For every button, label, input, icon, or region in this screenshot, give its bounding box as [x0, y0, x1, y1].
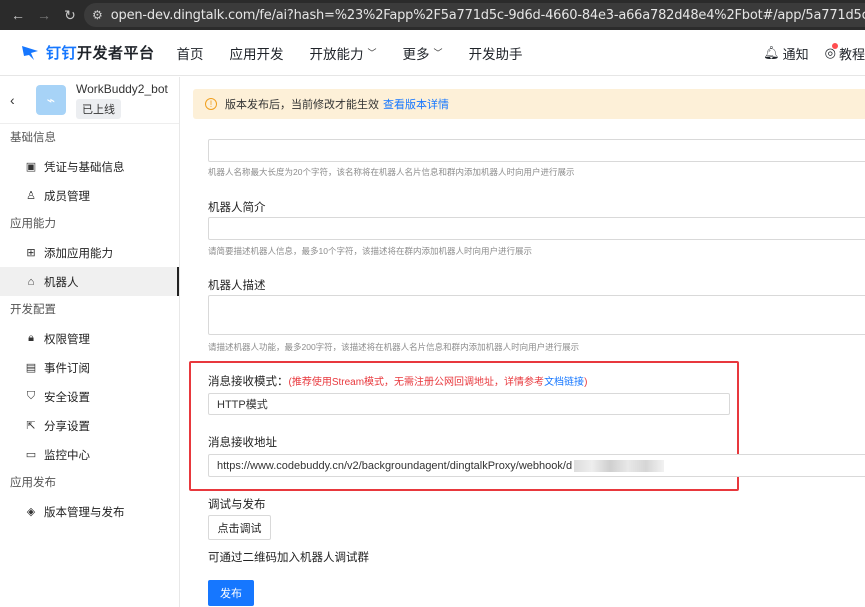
- sidebar-item-security[interactable]: ⛉ 安全设置: [0, 382, 179, 411]
- robot-name-hint: 机器人名称最大长度为20个字符，该名称将在机器人名片信息和群内添加机器人时向用户…: [208, 167, 575, 177]
- brand-name: 钉钉: [46, 45, 78, 62]
- publish-button[interactable]: 发布: [208, 580, 254, 606]
- nav-home[interactable]: 首页: [177, 43, 204, 63]
- nav-open-ability[interactable]: 开放能力 ﹀: [310, 43, 377, 63]
- sidebar-item-events[interactable]: ▤ 事件订阅: [0, 353, 179, 382]
- version-detail-link[interactable]: 查看版本详情: [383, 96, 449, 112]
- robot-desc-textarea[interactable]: [208, 295, 865, 335]
- back-arrow-icon[interactable]: ←: [10, 7, 26, 23]
- robot-desc-label: 机器人描述: [208, 280, 266, 292]
- robot-intro-input[interactable]: [208, 217, 865, 240]
- notify-button[interactable]: 🔔︎ 通知: [763, 44, 809, 63]
- grid-plus-icon: ⊞: [26, 247, 36, 259]
- group-dev-config: 开发配置: [10, 304, 56, 316]
- sidebar-item-members[interactable]: ♙ 成员管理: [0, 181, 179, 210]
- receive-mode-select[interactable]: HTTP模式: [208, 393, 730, 415]
- receive-url-label: 消息接收地址: [208, 437, 277, 449]
- warning-icon: !: [205, 98, 217, 110]
- stream-mode-note: (推荐使用Stream模式，无需注册公网回调地址，详情参考: [288, 377, 545, 388]
- bell-icon: 🔔︎: [763, 45, 780, 60]
- debug-publish-label: 调试与发布: [208, 499, 266, 511]
- robot-desc-hint: 请描述机器人功能，最多200字符，该描述将在机器人名片信息和群内添加机器人时向用…: [208, 342, 580, 352]
- logo[interactable]: 钉钉开发者平台: [20, 42, 155, 63]
- robot-icon: ⌂: [27, 275, 35, 288]
- notice-text: 版本发布后，当前修改才能生效: [225, 99, 379, 111]
- sidebar-item-share[interactable]: ⇱ 分享设置: [0, 411, 179, 440]
- robot-name-input[interactable]: [208, 139, 865, 162]
- monitor-icon: ▭: [25, 449, 37, 461]
- receive-mode-label: 消息接收模式：(推荐使用Stream模式，无需注册公网回调地址，详情参考文档链接…: [208, 376, 588, 388]
- user-icon: ♙: [26, 190, 36, 202]
- robot-intro-label: 机器人简介: [208, 202, 266, 214]
- robot-intro-hint: 请简要描述机器人信息，最多10个字符，该描述将在群内添加机器人时向用户进行展示: [208, 246, 532, 256]
- sidebar-item-monitor[interactable]: ▭ 监控中心: [0, 440, 179, 469]
- group-basic-info: 基础信息: [10, 132, 56, 144]
- forward-arrow-icon[interactable]: →: [36, 7, 52, 23]
- redacted-blur: [574, 459, 665, 472]
- back-chevron-icon[interactable]: ‹: [10, 92, 22, 108]
- main-nav: 首页 应用开发 开放能力 ﹀ 更多 ﹀ 开发助手: [177, 43, 549, 63]
- sidebar-item-versions[interactable]: ◈ 版本管理与发布: [0, 497, 179, 526]
- top-header: 钉钉开发者平台 首页 应用开发 开放能力 ﹀ 更多 ﹀ 开发助手 🔔︎ 通知 ◎ 教…: [0, 30, 865, 76]
- lock-icon: 🔒︎: [28, 332, 34, 344]
- debug-button[interactable]: 点击调试: [208, 515, 271, 540]
- chevron-down-icon: ﹀: [367, 48, 377, 58]
- release-notice: ! 版本发布后，当前修改才能生效 查看版本详情: [193, 89, 865, 119]
- site-settings-icon[interactable]: ⚙: [92, 8, 103, 22]
- sidebar-item-permissions[interactable]: 🔒︎ 权限管理: [0, 324, 179, 353]
- group-app-ability: 应用能力: [10, 218, 56, 230]
- brand-suffix: 开发者平台: [77, 45, 155, 62]
- dingtalk-logo-icon: [22, 45, 38, 60]
- sidebar-item-credentials[interactable]: ▣ 凭证与基础信息: [0, 152, 179, 181]
- app-name: WorkBuddy2_bot: [76, 81, 168, 96]
- credential-icon: ▣: [25, 161, 37, 173]
- sidebar-item-add-ability[interactable]: ⊞ 添加应用能力: [0, 238, 179, 267]
- app-avatar: ⌁: [36, 85, 66, 115]
- main-content: ! 版本发布后，当前修改才能生效 查看版本详情 机器人名称最大长度为20个字符，…: [181, 77, 865, 607]
- app-header: ‹ ⌁ WorkBuddy2_bot 已上线: [0, 77, 179, 124]
- qr-hint: 可通过二维码加入机器人调试群: [208, 552, 369, 564]
- event-icon: ▤: [25, 362, 37, 374]
- tutorial-button[interactable]: ◎ 教程: [824, 43, 865, 63]
- group-release: 应用发布: [10, 477, 56, 489]
- layers-icon: ◈: [26, 506, 36, 518]
- share-icon: ⇱: [26, 420, 36, 432]
- lightbulb-icon: ◎: [824, 43, 838, 60]
- nav-app-dev[interactable]: 应用开发: [230, 43, 284, 63]
- chevron-down-icon: ﹀: [433, 48, 443, 58]
- red-dot-badge: [831, 43, 838, 49]
- nav-more[interactable]: 更多 ﹀: [403, 43, 443, 63]
- receive-url-input[interactable]: https://www.codebuddy.cn/v2/backgroundag…: [208, 454, 865, 477]
- address-bar[interactable]: ⚙ open-dev.dingtalk.com/fe/ai?hash=%23%2…: [84, 3, 865, 27]
- status-badge: 已上线: [76, 98, 121, 119]
- nav-dev-assistant[interactable]: 开发助手: [469, 43, 523, 63]
- url-text: open-dev.dingtalk.com/fe/ai?hash=%23%2Fa…: [110, 7, 865, 23]
- shield-icon: ⛉: [26, 390, 36, 402]
- doc-link[interactable]: 文档链接: [544, 377, 584, 388]
- browser-toolbar: ← → ↻ ⚙ open-dev.dingtalk.com/fe/ai?hash…: [0, 0, 865, 30]
- sidebar-item-robot[interactable]: ⌂ 机器人: [0, 267, 179, 296]
- sidebar: ‹ ⌁ WorkBuddy2_bot 已上线 基础信息 ▣ 凭证与基础信息 ♙ …: [0, 77, 180, 607]
- reload-icon[interactable]: ↻: [62, 7, 78, 23]
